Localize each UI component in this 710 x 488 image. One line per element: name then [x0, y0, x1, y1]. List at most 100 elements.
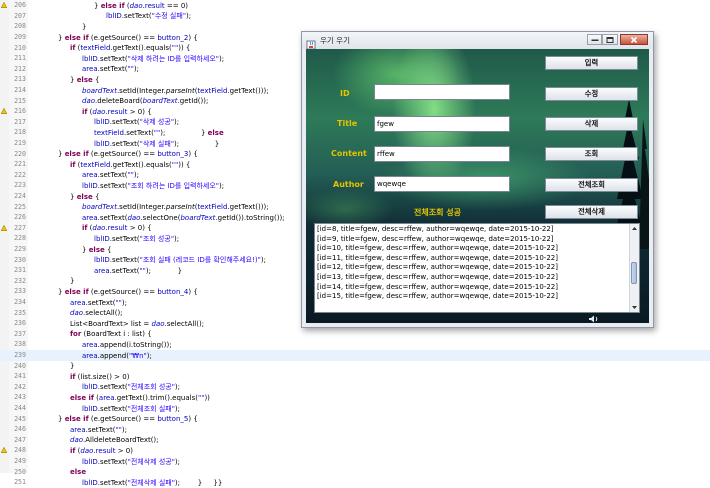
insert-button[interactable]: 입력 [545, 56, 638, 70]
delete-button[interactable]: 삭제 [545, 117, 638, 131]
line-number: 228 [14, 234, 26, 243]
code-text: dao.deleteBoard(boardText.getId()); [82, 97, 209, 106]
code-text: area.setText(""); [70, 425, 127, 434]
line-number: 221 [14, 160, 26, 169]
line-number: 226 [14, 213, 26, 222]
delete-all-button[interactable]: 전체삭제 [545, 205, 638, 219]
result-line: [id=10, title=fgew, desc=rffew, author=w… [317, 244, 558, 253]
line-number: 248 [14, 446, 26, 455]
author-label: Author [333, 180, 364, 189]
line-number: 218 [14, 128, 26, 137]
title-label: Title [337, 119, 358, 128]
line-number: 217 [14, 117, 26, 126]
code-line: 245 } else if (e.getSource() == button_5)… [0, 414, 710, 425]
code-text: if (dao.result > 0) [70, 446, 133, 455]
code-line: 248 if (dao.result > 0) [0, 445, 710, 456]
code-text: textField.setText(""); } else [94, 128, 224, 137]
code-text: boardText.setId(Integer.parseInt(textFie… [82, 203, 269, 212]
code-line: 240} [0, 361, 710, 372]
line-number: 243 [14, 393, 26, 402]
status-label: 전체조회 성공 [414, 208, 461, 217]
line-number: 242 [14, 382, 26, 391]
line-number: 235 [14, 308, 26, 317]
select-button[interactable]: 조회 [545, 147, 638, 161]
code-line: 238 area.append(i.toString()); [0, 339, 710, 350]
line-number: 241 [14, 372, 26, 381]
line-number: 214 [14, 86, 26, 94]
speaker-icon [589, 315, 598, 323]
code-line: 251 lblID.setText("전체삭제 실패"); } }} [0, 477, 710, 488]
code-text: } else if (e.getSource() == button_3) { [58, 150, 198, 159]
line-number: 211 [14, 54, 26, 63]
code-text: area.setText(""); [70, 298, 127, 307]
line-number: 231 [14, 266, 26, 275]
line-number: 207 [14, 11, 26, 20]
code-text: lblID.setText("전체삭제 성공"); [82, 457, 181, 466]
code-line: 237 for (BoardText i : list) { [0, 329, 710, 340]
result-line: [id=12, title=fgew, desc=rffew, author=w… [317, 263, 558, 272]
line-number: 247 [14, 435, 26, 444]
code-line: 247 dao.AlldeleteBoardText(); [0, 435, 710, 446]
code-text: dao.selectAll(); [70, 309, 123, 318]
window-content: ID Title Content Author fgew rffew wqewq… [306, 49, 649, 323]
code-text: boardText.setId(Integer.parseInt(textFie… [82, 86, 269, 95]
line-number: 240 [14, 361, 26, 370]
code-text: lblID.setText("전체조회 실패"); [82, 404, 181, 413]
line-number: 220 [14, 149, 26, 158]
minimize-button[interactable] [587, 34, 602, 45]
line-number: 234 [14, 298, 26, 306]
code-text: dao.AlldeleteBoardText(); [70, 436, 159, 445]
code-text: } else { [70, 75, 100, 84]
code-text: area.setText(""); [82, 171, 139, 180]
line-number: 227 [14, 223, 26, 232]
code-text: area.setText(""); } [94, 266, 183, 275]
window-title: 우기 우기 [320, 36, 350, 45]
close-button[interactable] [620, 34, 648, 45]
line-number: 239 [14, 351, 26, 359]
code-text: } else if (e.getSource() == button_5) { [58, 415, 198, 424]
vertical-scrollbar[interactable] [629, 224, 639, 312]
maximize-icon [606, 36, 614, 43]
code-text: if (list.size() > 0) [70, 372, 130, 381]
line-number: 223 [14, 181, 26, 190]
code-line: 244 lblID.setText("전체조회 실패"); [0, 403, 710, 414]
line-number: 245 [14, 414, 26, 423]
select-all-button[interactable]: 전체조회 [545, 178, 638, 192]
window-titlebar[interactable]: 우기 우기 [302, 32, 653, 50]
code-line: 243 else if (area.getText().trim().equals… [0, 392, 710, 403]
code-text: lblID.setText("조회 성공"); [94, 234, 180, 243]
content-field[interactable]: rffew [374, 146, 510, 162]
code-text: } [82, 22, 87, 31]
line-number: 216 [14, 107, 26, 116]
author-field[interactable]: wqewqe [374, 176, 510, 192]
line-number: 209 [14, 33, 26, 41]
id-field[interactable] [374, 84, 510, 100]
maximize-button[interactable] [602, 34, 618, 45]
code-line: 239 area.append("₩n"); [0, 350, 710, 361]
code-line: 241 if (list.size() > 0) [0, 371, 710, 382]
java-cup-icon [306, 35, 316, 50]
result-textarea[interactable]: [id=8, title=fgew, desc=rffew, author=wq… [314, 223, 640, 313]
code-text: lblID.setText("삭제 실패"); } [94, 139, 220, 148]
result-line: [id=11, title=fgew, desc=rffew, author=w… [317, 253, 558, 262]
line-number: 230 [14, 255, 26, 264]
line-number: 238 [14, 340, 26, 349]
code-text: area.append(i.toString()); [82, 340, 172, 349]
code-text: lblID.setText("조회 실패 (레코드 ID를 확인해주세요!)")… [94, 256, 266, 265]
title-field[interactable]: fgew [374, 116, 510, 132]
code-line: 242 lblID.setText("전체조회 성공"); [0, 382, 710, 393]
code-text: area.setText(dao.selectOne(boardText.get… [82, 213, 285, 222]
line-number: 250 [14, 467, 26, 476]
update-button[interactable]: 수정 [545, 87, 638, 101]
code-text: } else if (e.getSource() == button_2) { [58, 33, 198, 42]
code-line: 249 lblID.setText("전체삭제 성공"); [0, 456, 710, 467]
scroll-up-icon [632, 227, 637, 230]
line-number: 244 [14, 404, 26, 412]
code-text: else if (area.getText().trim().equals(""… [70, 393, 210, 402]
line-number: 232 [14, 276, 26, 285]
code-text: lblID.setText("전체조회 성공"); [82, 383, 181, 392]
code-text: area.append("₩n"); [82, 351, 152, 360]
app-window[interactable]: 우기 우기 ID Title Content Author fgew rffew… [301, 31, 654, 328]
line-number: 251 [14, 478, 26, 487]
scroll-thumb[interactable] [631, 262, 637, 284]
